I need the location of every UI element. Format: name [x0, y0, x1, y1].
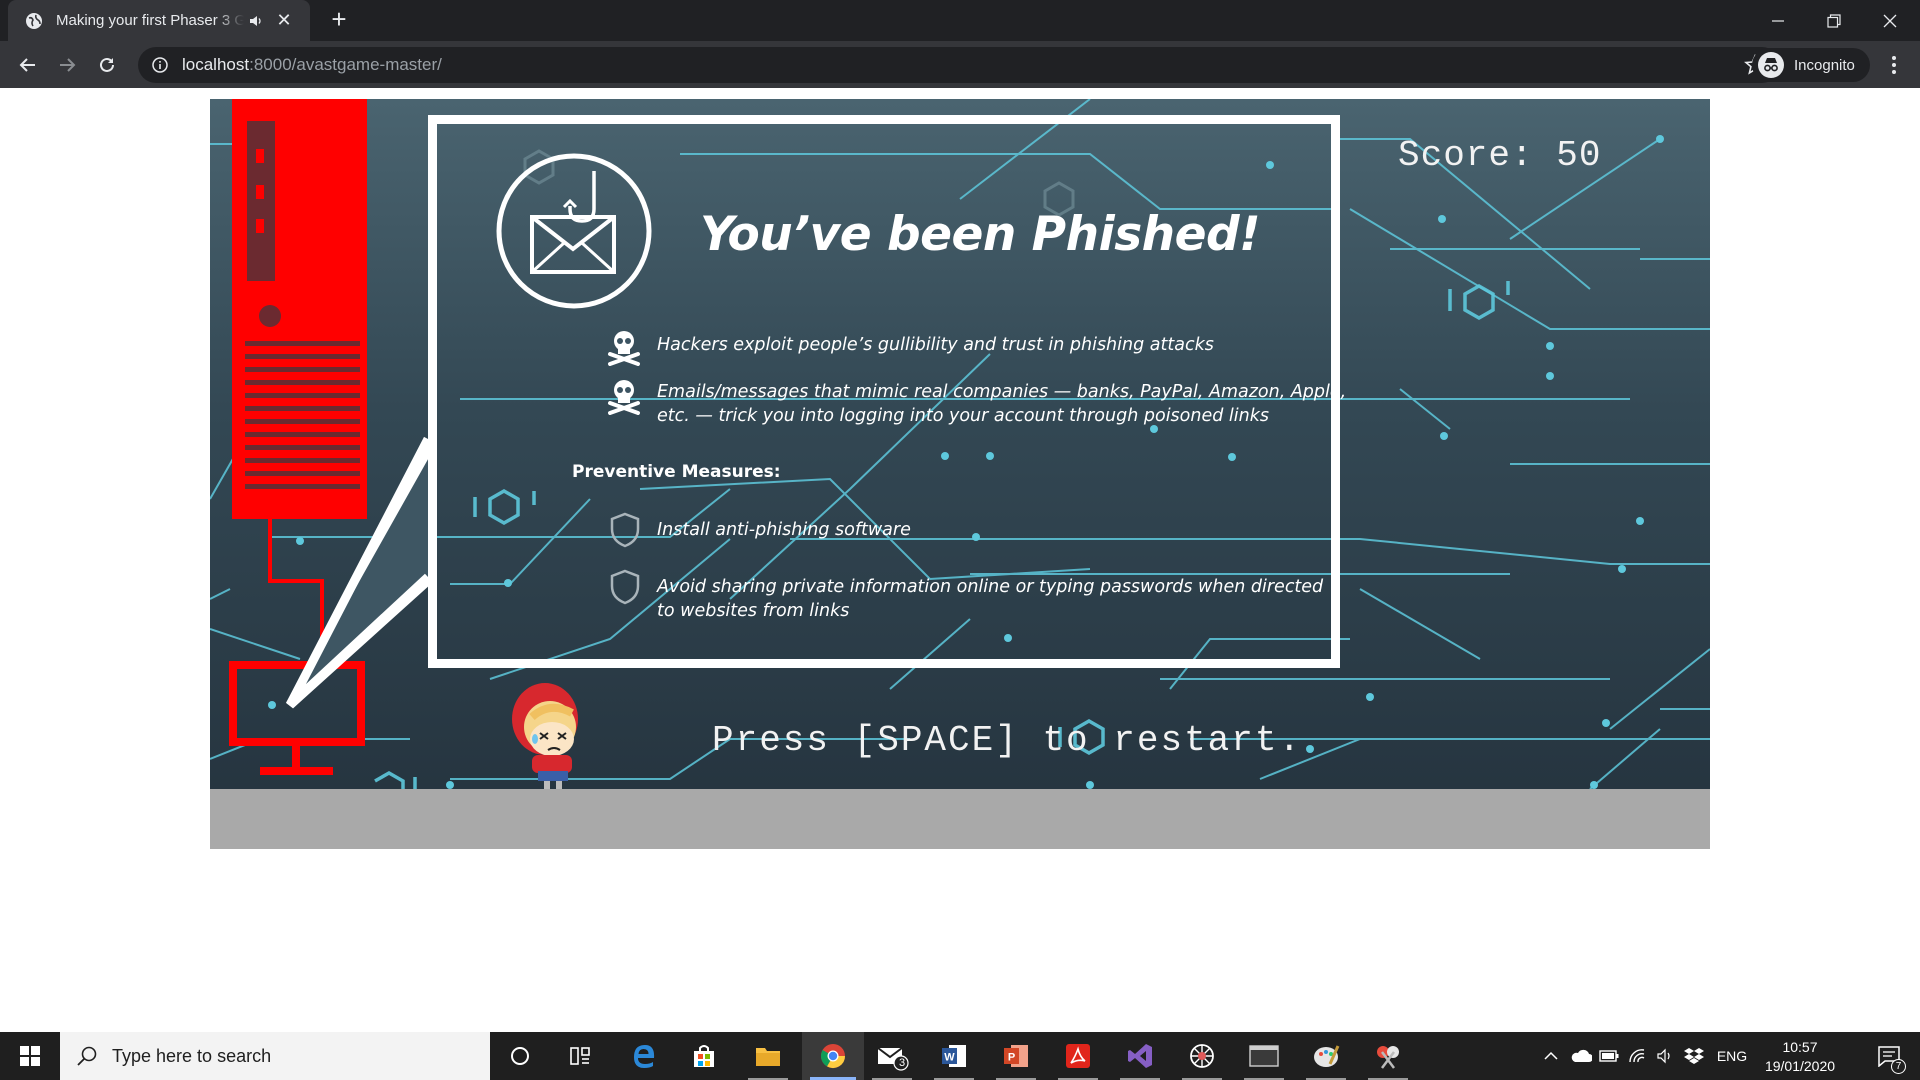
action-center-icon[interactable]: 7: [1864, 1032, 1914, 1080]
info-icon[interactable]: [150, 55, 170, 75]
measure-line: to websites from links: [657, 601, 850, 621]
bullet-line: etc. — trick you into logging into your …: [657, 406, 1269, 426]
tab-title: Making your first Phaser 3 Game: [56, 12, 244, 29]
address-bar[interactable]: localhost:8000/avastgame-master/: [138, 47, 1780, 83]
incognito-icon: [1758, 52, 1784, 78]
volume-icon[interactable]: [1652, 1032, 1678, 1080]
notification-count: 7: [1891, 1059, 1906, 1074]
incognito-profile-button[interactable]: Incognito: [1752, 48, 1870, 82]
skull-crossbones-icon: [608, 331, 640, 366]
paint-icon[interactable]: [1298, 1032, 1354, 1080]
speaker-icon[interactable]: [248, 12, 266, 30]
acrobat-icon[interactable]: [1050, 1032, 1106, 1080]
clock-time: 10:57: [1782, 1039, 1818, 1055]
reload-button[interactable]: [91, 49, 123, 81]
mail-icon[interactable]: 3: [864, 1032, 920, 1080]
windows-taskbar: Type here to search 3 W P ENG 10:57 19/0…: [0, 1032, 1920, 1080]
terminal-icon[interactable]: [1236, 1032, 1292, 1080]
measure-anti-phishing: Install anti-phishing software: [657, 518, 911, 542]
close-window-button[interactable]: [1862, 0, 1918, 41]
shield-icon: [610, 569, 640, 605]
taskbar-clock[interactable]: 10:57 19/01/2020: [1762, 1038, 1838, 1076]
player-character: [512, 683, 578, 789]
language-indicator[interactable]: ENG: [1712, 1032, 1752, 1080]
dialog-title: You’ve been Phished!: [700, 207, 1261, 262]
globe-icon: [24, 11, 44, 31]
store-icon[interactable]: [676, 1032, 732, 1080]
minimize-button[interactable]: [1750, 0, 1806, 41]
word-icon[interactable]: W: [926, 1032, 982, 1080]
new-tab-button[interactable]: +: [325, 6, 353, 34]
visual-studio-icon[interactable]: [1112, 1032, 1168, 1080]
measure-line: Avoid sharing private information online…: [657, 577, 1324, 597]
incognito-label: Incognito: [1794, 56, 1855, 74]
powerpoint-icon[interactable]: P: [988, 1032, 1044, 1080]
bullet-line: Hackers exploit people’s gullibility and…: [657, 335, 1214, 355]
bullet-hackers-exploit: Hackers exploit people’s gullibility and…: [657, 333, 1214, 357]
url-host: localhost: [182, 55, 250, 74]
start-button[interactable]: [0, 1032, 60, 1080]
score-text: Score: 50: [1398, 135, 1602, 176]
svg-text:P: P: [1008, 1052, 1015, 1064]
bullet-mimic-companies: Emails/messages that mimic real companie…: [657, 380, 1346, 428]
shield-icon: [610, 512, 640, 548]
game-footer-strip: [210, 789, 1710, 849]
skull-crossbones-icon: [608, 380, 640, 415]
measure-line: Install anti-phishing software: [657, 520, 911, 540]
search-icon: [77, 1046, 97, 1066]
close-tab-icon[interactable]: ✕: [274, 10, 294, 31]
phishing-envelope-icon: [496, 153, 652, 309]
bullet-line: Emails/messages that mimic real companie…: [657, 382, 1347, 402]
back-button[interactable]: [12, 49, 44, 81]
dropbox-icon[interactable]: [1680, 1032, 1708, 1080]
browser-tab[interactable]: Making your first Phaser 3 Game ✕: [8, 0, 310, 41]
game-canvas[interactable]: Score: 50 You’ve been Phished! Hackers e…: [210, 99, 1710, 789]
onedrive-icon[interactable]: [1568, 1032, 1594, 1080]
measure-avoid-sharing: Avoid sharing private information online…: [657, 575, 1323, 623]
chrome-icon[interactable]: [802, 1032, 864, 1080]
svg-text:W: W: [944, 1052, 955, 1064]
windows-icon: [20, 1046, 40, 1066]
mail-badge: 3: [899, 1057, 906, 1069]
clock-date: 19/01/2020: [1764, 1058, 1836, 1074]
browser-toolbar: localhost:8000/avastgame-master/ Incogni…: [0, 41, 1920, 88]
forward-button[interactable]: [51, 49, 83, 81]
preventive-measures-heading: Preventive Measures:: [572, 462, 781, 482]
url-path: :8000/avastgame-master/: [249, 55, 442, 74]
task-view-icon[interactable]: [552, 1032, 608, 1080]
show-hidden-icons-chevron-icon[interactable]: [1536, 1032, 1566, 1080]
menu-kebab-icon[interactable]: [1882, 49, 1906, 81]
taskbar-search-box[interactable]: Type here to search: [60, 1032, 490, 1080]
monitor-graphic: [229, 661, 365, 775]
file-explorer-icon[interactable]: [740, 1032, 796, 1080]
wifi-icon[interactable]: [1624, 1032, 1650, 1080]
browser-tab-bar: Making your first Phaser 3 Game ✕ +: [0, 0, 1920, 41]
edge-icon[interactable]: [616, 1032, 672, 1080]
server-tower: [232, 99, 367, 519]
cortana-icon[interactable]: [492, 1032, 548, 1080]
search-placeholder: Type here to search: [112, 1045, 272, 1066]
restore-button[interactable]: [1806, 0, 1862, 41]
network-tool-icon[interactable]: [1174, 1032, 1230, 1080]
battery-icon[interactable]: [1596, 1032, 1622, 1080]
restart-prompt: Press [SPACE] to restart.: [712, 720, 1303, 761]
snipping-tool-icon[interactable]: [1360, 1032, 1416, 1080]
